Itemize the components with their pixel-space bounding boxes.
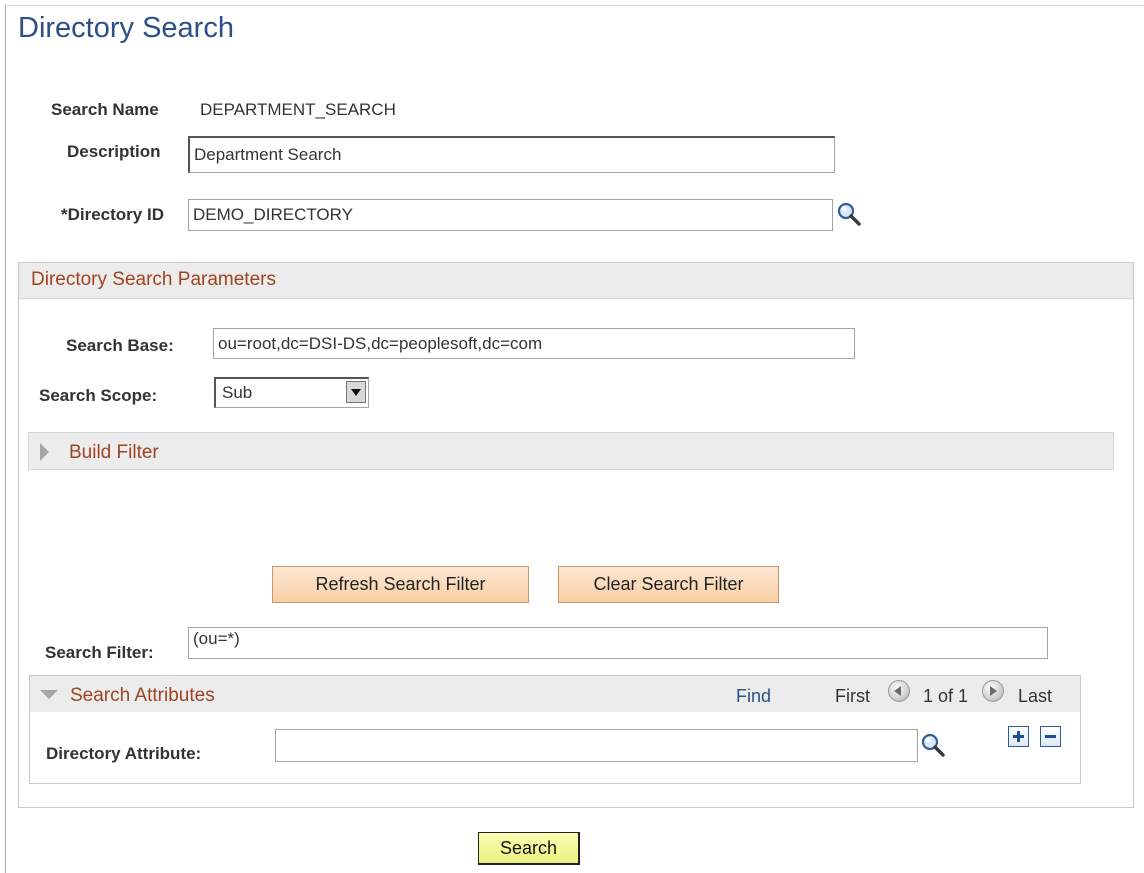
description-input[interactable] [188, 136, 835, 173]
collapse-arrow-icon[interactable] [40, 690, 58, 699]
magnifying-glass-icon[interactable] [920, 732, 946, 758]
search-base-label: Search Base: [66, 336, 174, 355]
search-base-input[interactable] [213, 328, 855, 359]
chevron-down-icon[interactable] [346, 381, 366, 403]
expand-arrow-icon[interactable] [40, 443, 49, 461]
next-circle-icon[interactable] [982, 680, 1004, 702]
search-scope-value: Sub [222, 383, 253, 402]
search-filter-label: Search Filter: [45, 643, 154, 662]
directory-attribute-input[interactable] [275, 729, 918, 762]
group-header-title: Directory Search Parameters [31, 269, 276, 290]
search-attributes-title[interactable]: Search Attributes [70, 685, 215, 707]
plus-icon[interactable] [1008, 726, 1029, 747]
directory-id-input[interactable] [188, 199, 833, 231]
directory-attribute-label: Directory Attribute: [46, 744, 202, 763]
page-title: Directory Search [18, 12, 234, 44]
clear-search-filter-button[interactable]: Clear Search Filter [558, 566, 779, 603]
search-filter-input[interactable] [188, 627, 1048, 659]
search-button[interactable]: Search [478, 832, 580, 865]
refresh-search-filter-button[interactable]: Refresh Search Filter [272, 566, 529, 603]
last-label: Last [1018, 686, 1053, 706]
build-filter-title[interactable]: Build Filter [69, 442, 159, 464]
directory-id-label: *Directory ID [61, 205, 164, 224]
search-scope-select[interactable]: Sub [214, 377, 369, 408]
previous-circle-icon[interactable] [888, 680, 910, 702]
find-link[interactable]: Find [736, 686, 771, 707]
search-name-label: Search Name [51, 100, 159, 119]
magnifying-glass-icon[interactable] [836, 201, 862, 227]
description-label: Description [67, 142, 161, 161]
minus-icon[interactable] [1040, 726, 1061, 747]
build-filter-section[interactable]: Build Filter [28, 432, 1114, 470]
search-name-value: DEPARTMENT_SEARCH [200, 100, 396, 119]
group-header: Directory Search Parameters [19, 263, 1133, 299]
search-scope-label: Search Scope: [39, 386, 158, 405]
first-label: First [835, 686, 870, 706]
page-info: 1 of 1 [923, 686, 969, 706]
